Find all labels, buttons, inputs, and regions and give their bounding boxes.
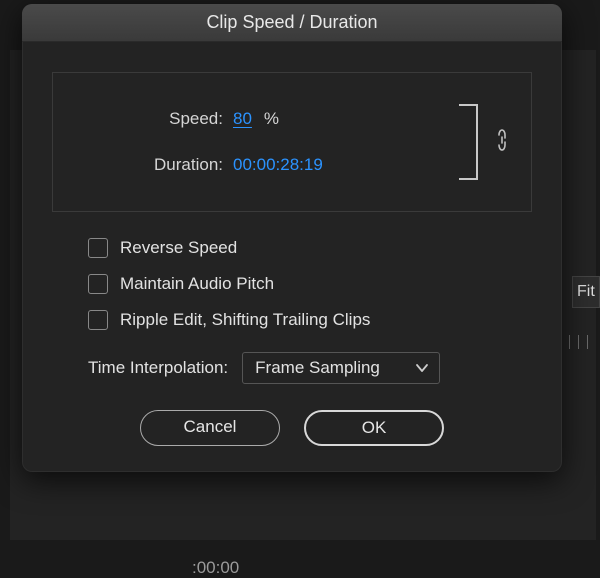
dialog-content: Speed: 80 % Duration: 00:00:28:19 <box>22 42 562 472</box>
fit-label: Fit <box>577 283 595 301</box>
time-interpolation-select[interactable]: Frame Sampling <box>242 352 440 384</box>
time-interpolation-label: Time Interpolation: <box>88 358 228 378</box>
speed-value[interactable]: 80 <box>233 109 252 129</box>
ok-button[interactable]: OK <box>304 410 444 446</box>
dialog-title-bar[interactable]: Clip Speed / Duration <box>22 4 562 42</box>
duration-row: Duration: 00:00:28:19 <box>75 155 445 175</box>
checkbox-label: Maintain Audio Pitch <box>120 274 274 294</box>
dialog-buttons: Cancel OK <box>52 410 532 446</box>
button-label: OK <box>362 418 387 437</box>
checkbox-label: Reverse Speed <box>120 238 237 258</box>
speed-row: Speed: 80 % <box>75 109 445 129</box>
checkbox-label: Ripple Edit, Shifting Trailing Clips <box>120 310 370 330</box>
fit-button[interactable]: Fit <box>572 276 600 308</box>
chevron-down-icon <box>415 358 429 378</box>
link-toggle-group <box>457 103 509 181</box>
speed-duration-fields: Speed: 80 % Duration: 00:00:28:19 <box>75 109 445 175</box>
checkbox-icon <box>88 274 108 294</box>
speed-percent: % <box>264 109 279 129</box>
speed-duration-group: Speed: 80 % Duration: 00:00:28:19 <box>52 72 532 212</box>
link-icon[interactable] <box>495 128 509 157</box>
select-value: Frame Sampling <box>255 358 380 378</box>
options-checklist: Reverse Speed Maintain Audio Pitch Rippl… <box>52 238 532 330</box>
duration-value[interactable]: 00:00:28:19 <box>233 155 323 175</box>
checkbox-icon <box>88 238 108 258</box>
reverse-speed-checkbox[interactable]: Reverse Speed <box>88 238 532 258</box>
button-label: Cancel <box>184 417 237 436</box>
link-bracket-icon <box>457 103 483 181</box>
timeline-ticks <box>569 335 588 349</box>
speed-label: Speed: <box>75 109 223 129</box>
checkbox-icon <box>88 310 108 330</box>
duration-label: Duration: <box>75 155 223 175</box>
clip-speed-dialog: Clip Speed / Duration Speed: 80 % Durati… <box>22 4 562 472</box>
maintain-audio-pitch-checkbox[interactable]: Maintain Audio Pitch <box>88 274 532 294</box>
timeline-timecode: :00:00 <box>192 558 239 578</box>
time-interpolation-row: Time Interpolation: Frame Sampling <box>52 352 532 384</box>
dialog-title: Clip Speed / Duration <box>206 12 377 33</box>
ripple-edit-checkbox[interactable]: Ripple Edit, Shifting Trailing Clips <box>88 310 532 330</box>
cancel-button[interactable]: Cancel <box>140 410 280 446</box>
